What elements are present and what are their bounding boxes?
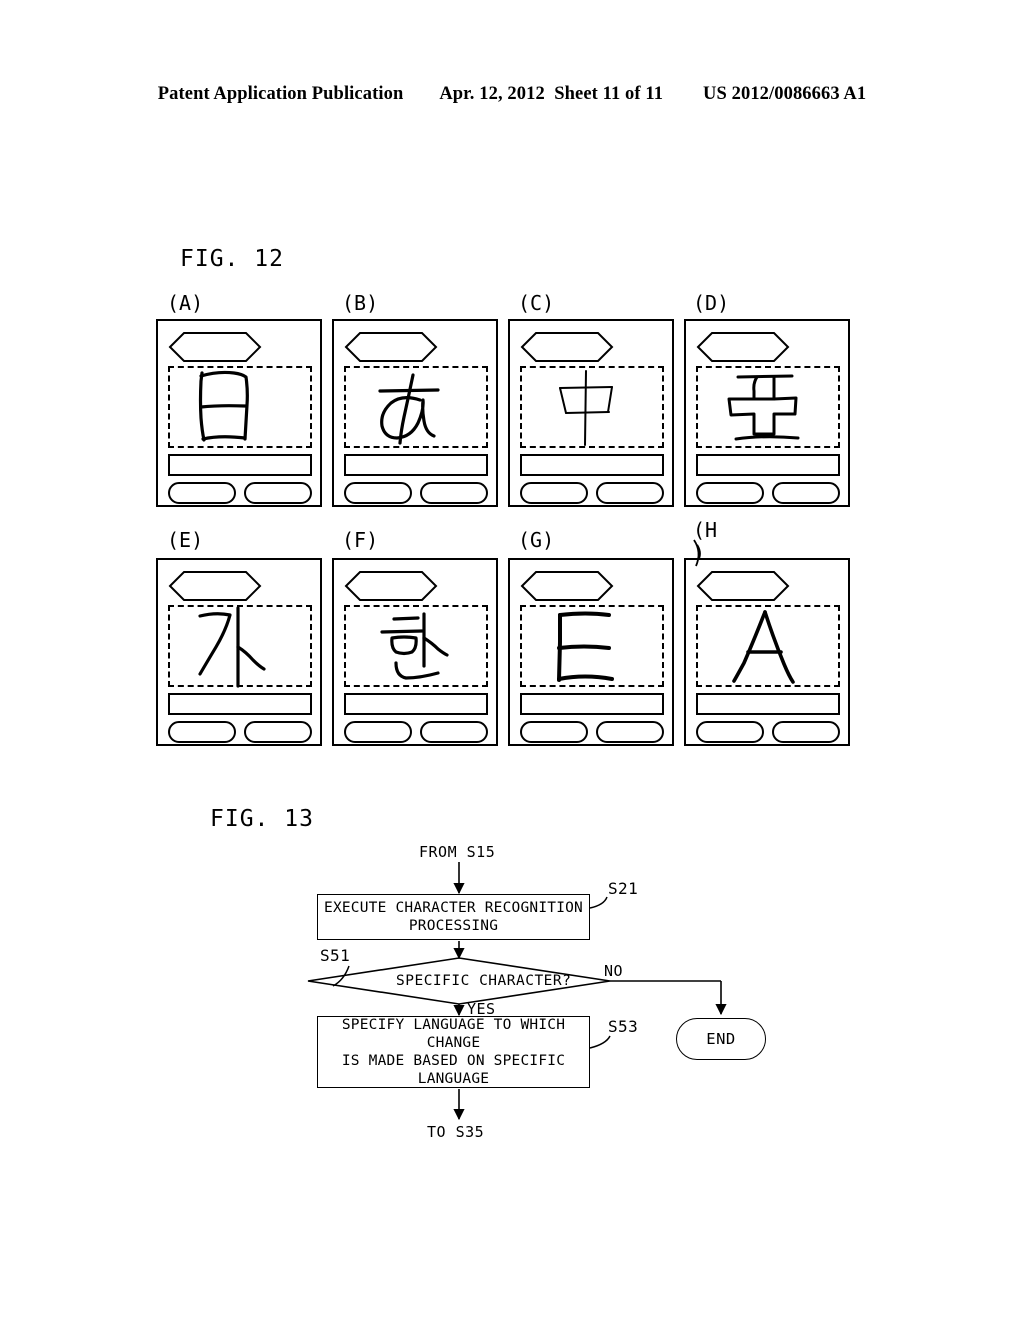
- panel-label-e: (E): [167, 528, 204, 552]
- panel-h-button-left[interactable]: [696, 721, 764, 743]
- panel-d-text-bar: [696, 454, 840, 476]
- device-panel-d: [684, 319, 850, 507]
- header-date-sheet: Apr. 12, 2012 Sheet 11 of 11: [439, 84, 664, 104]
- flowchart-branch-no: NO: [604, 962, 624, 980]
- flowchart-exit-label: TO S35: [427, 1123, 485, 1141]
- panel-a-button-right[interactable]: [244, 482, 312, 504]
- panel-c-text-bar: [520, 454, 664, 476]
- panel-label-g: (G): [518, 528, 555, 552]
- device-panel-f: [332, 558, 498, 746]
- flowchart-step-label-s53: S53: [608, 1017, 639, 1036]
- panel-h-handwritten-character: [732, 610, 795, 684]
- panel-d-button-right[interactable]: [772, 482, 840, 504]
- panel-g-handwritten-character: [557, 611, 614, 682]
- flowchart-node-end: END: [676, 1018, 766, 1060]
- panel-c-button-right[interactable]: [596, 482, 664, 504]
- panel-c-handwritten-character: [559, 370, 613, 446]
- panel-b-button-left[interactable]: [344, 482, 412, 504]
- panel-g-text-bar: [520, 693, 664, 715]
- panel-g-button-right[interactable]: [596, 721, 664, 743]
- panel-h-text-bar: [696, 693, 840, 715]
- panel-b-text-bar: [344, 454, 488, 476]
- device-panel-h: [684, 558, 850, 746]
- panel-d-handwritten-character: [727, 374, 800, 441]
- panel-d-button-left[interactable]: [696, 482, 764, 504]
- device-panel-b: [332, 319, 498, 507]
- figure-12-label: FIG. 12: [180, 246, 284, 272]
- panel-h-button-right[interactable]: [772, 721, 840, 743]
- flowchart-node-s53: SPECIFY LANGUAGE TO WHICH CHANGE IS MADE…: [317, 1016, 590, 1088]
- panel-b-handwritten-character: [378, 373, 440, 445]
- panel-a-button-left[interactable]: [168, 482, 236, 504]
- panel-f-button-left[interactable]: [344, 721, 412, 743]
- panel-e-button-right[interactable]: [244, 721, 312, 743]
- panel-label-f: (F): [342, 528, 379, 552]
- panel-label-a: (A): [167, 291, 204, 315]
- flowchart-node-s21: EXECUTE CHARACTER RECOGNITION PROCESSING: [317, 894, 590, 940]
- panel-e-button-left[interactable]: [168, 721, 236, 743]
- panel-f-handwritten-character: [380, 612, 449, 680]
- patent-page: Patent Application Publication Apr. 12, …: [0, 0, 1024, 1320]
- flowchart-decision-text: SPECIFIC CHARACTER?: [396, 973, 572, 989]
- panel-a-text-bar: [168, 454, 312, 476]
- device-panel-a: [156, 319, 322, 507]
- panel-f-text-bar: [344, 693, 488, 715]
- panel-f-button-right[interactable]: [420, 721, 488, 743]
- header-publication: Patent Application Publication: [157, 84, 404, 104]
- header-patent-number: US 2012/0086663 A1: [703, 84, 867, 104]
- flowchart-step-label-s51: S51: [320, 946, 351, 965]
- flowchart-entry-label: FROM S15: [419, 843, 496, 861]
- figure-13-label: FIG. 13: [210, 806, 314, 832]
- device-panel-c: [508, 319, 674, 507]
- panel-g-button-left[interactable]: [520, 721, 588, 743]
- panel-e-handwritten-character: [198, 606, 266, 688]
- panel-a-handwritten-character: [198, 370, 249, 442]
- device-panel-e: [156, 558, 322, 746]
- device-panel-g: [508, 558, 674, 746]
- page-header: Patent Application Publication Apr. 12, …: [0, 84, 1024, 105]
- panel-e-text-bar: [168, 693, 312, 715]
- panel-label-c: (C): [518, 291, 555, 315]
- panel-b-button-right[interactable]: [420, 482, 488, 504]
- panel-label-b: (B): [342, 291, 379, 315]
- panel-h-leader-line: [693, 539, 700, 567]
- panel-c-button-left[interactable]: [520, 482, 588, 504]
- panel-label-d: (D): [693, 291, 730, 315]
- flowchart-step-label-s21: S21: [608, 879, 639, 898]
